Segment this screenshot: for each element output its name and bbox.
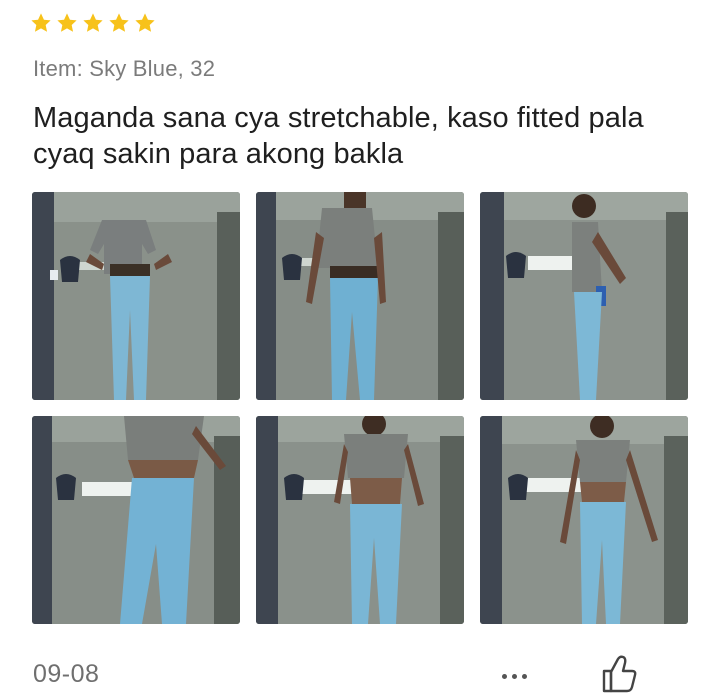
star-icon (57, 13, 77, 32)
review-photo[interactable] (32, 192, 240, 400)
review-photo[interactable] (480, 192, 688, 400)
photo-grid (32, 192, 688, 624)
star-icon (135, 13, 155, 32)
star-icon (109, 13, 129, 32)
review-photo[interactable] (256, 416, 464, 624)
review-date: 09-08 (33, 660, 100, 688)
more-dots-icon[interactable] (494, 664, 534, 688)
star-rating (30, 12, 156, 34)
review-text: Maganda sana cya stretchable, kaso fitte… (33, 102, 644, 170)
dot (511, 673, 517, 679)
item-variant: Item: Sky Blue, 32 (33, 56, 216, 81)
thumbs-up-icon[interactable] (600, 654, 638, 694)
dot (501, 673, 507, 679)
star-icon (83, 13, 103, 32)
star-icon (31, 13, 51, 32)
review-photo[interactable] (256, 192, 464, 400)
review-photo[interactable] (480, 416, 688, 624)
review-photo[interactable] (32, 416, 240, 624)
review-card: Item: Sky Blue, 32 Maganda sana cya stre… (0, 0, 720, 699)
dot (521, 673, 527, 679)
